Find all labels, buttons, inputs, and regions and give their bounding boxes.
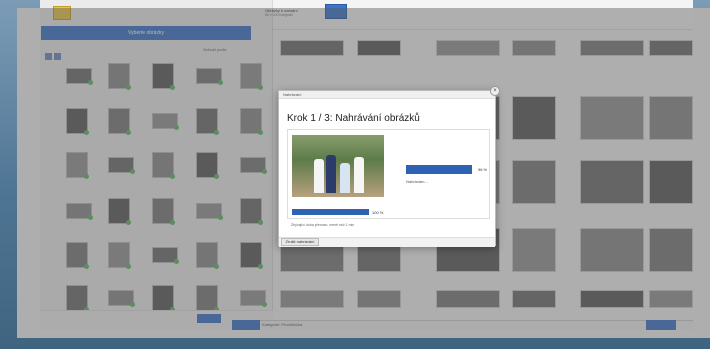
desktop-background: Vyberte obrázky Seřadit podle Obrázky k … [0,0,710,349]
image-preview [292,135,384,197]
total-progress-bar [406,165,472,174]
upload-dialog: Nahrávání × Krok 1 / 3: Nahrávání obrázk… [278,86,500,247]
file-progress-percent: 100 % [372,210,384,215]
remaining-time: Zbývající doba přenosu: méně než 1 min [291,223,355,227]
upload-status: Nahrávám... [406,179,428,184]
file-progress-bar [292,209,369,215]
cancel-upload-button[interactable]: Zrušit nahrávání [281,238,319,246]
close-icon[interactable]: × [490,86,500,96]
dialog-heading: Krok 1 / 3: Nahrávání obrázků [287,113,420,124]
dialog-titlebar: Nahrávání [279,91,495,99]
total-progress-percent: 96 % [478,167,488,172]
upload-card: 100 % 96 % Nahrávám... [287,129,490,219]
dialog-title: Nahrávání [283,92,302,97]
